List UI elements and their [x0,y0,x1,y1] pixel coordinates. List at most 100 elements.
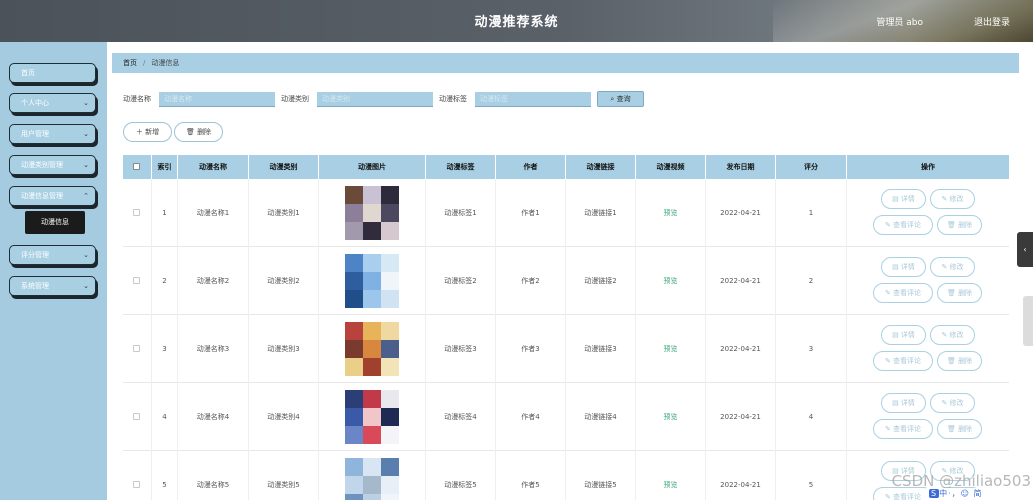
edit-button-label: 修改 [949,331,964,339]
cell-author: 作者4 [496,383,566,451]
table-row: 1 动漫名称1 动漫类别1 动漫标签1 作者1 动漫链接1 预览 2022-04-21 1 ▤ 详… [123,179,1009,247]
detail-button-label: 详情 [900,263,915,271]
edit-button-label: 修改 [949,195,964,203]
delete-button[interactable]: 🗑 删除 [937,215,982,235]
search-tag-input[interactable] [475,92,591,107]
cell-author: 作者3 [496,315,566,383]
row-checkbox[interactable] [133,345,140,352]
trash-icon: 🗑 [946,289,956,297]
view-rating-button[interactable]: ✎ 查看评论 [873,351,933,371]
table-row: 2 动漫名称2 动漫类别2 动漫标签2 作者2 动漫链接2 预览 2022-04-21 2 ▤ 详… [123,247,1009,315]
search-name-input[interactable] [159,92,275,107]
search-button[interactable]: ⌕ 查询 [597,91,644,107]
detail-button[interactable]: ▤ 详情 [881,189,926,209]
edit-button[interactable]: ✎ 修改 [930,257,975,277]
cell-category: 动漫类别4 [249,383,319,451]
anime-thumbnail-image [345,390,399,444]
detail-button[interactable]: ▤ 详情 [881,325,926,345]
view-rating-button[interactable]: ✎ 查看评论 [873,419,933,439]
trash-icon: 🗑 [946,357,956,365]
cell-video[interactable]: 预览 [636,451,706,500]
row-checkbox[interactable] [133,277,140,284]
edit-icon: ✎ [884,425,891,433]
chevron-up-icon: ⌃ [83,192,89,200]
cell-link: 动漫链接3 [566,315,636,383]
scrollbar[interactable] [1023,296,1033,346]
sidebar-item-personal-center[interactable]: 个人中心 ⌄ [9,93,96,113]
cell-link: 动漫链接4 [566,383,636,451]
sidebar-item-anime-management[interactable]: 动漫信息管理 ⌃ [9,186,96,206]
column-header: 动漫标签 [426,155,496,179]
anime-thumbnail-image [345,322,399,376]
cell-link: 动漫链接2 [566,247,636,315]
header-select-all-cell [123,155,152,179]
cell-video[interactable]: 预览 [636,383,706,451]
cell-index: 1 [152,179,178,247]
sidebar-item-rating-management[interactable]: 评分管理 ⌄ [9,245,96,265]
table-row: 4 动漫名称4 动漫类别4 动漫标签4 作者4 动漫链接4 预览 2022-04-21 4 ▤ 详… [123,383,1009,451]
add-button-label: 新增 [145,128,160,136]
cell-author: 作者1 [496,179,566,247]
edit-icon: ✎ [941,263,948,271]
logout-link[interactable]: 退出登录 [974,15,1010,28]
chevron-down-icon: ⌄ [83,251,89,259]
bulk-delete-button[interactable]: 🗑 删除 [174,122,223,142]
column-header: 作者 [496,155,566,179]
table-row: 3 动漫名称3 动漫类别3 动漫标签3 作者3 动漫链接3 预览 2022-04-21 3 ▤ 详… [123,315,1009,383]
cell-video[interactable]: 预览 [636,315,706,383]
edit-icon: ✎ [941,331,948,339]
sidebar-item-home[interactable]: 首页 [9,63,96,83]
cell-date: 2022-04-21 [706,451,776,500]
detail-button-label: 详情 [900,195,915,203]
cell-index: 2 [152,247,178,315]
view-rating-button[interactable]: ✎ 查看评论 [873,215,933,235]
cell-author: 作者2 [496,247,566,315]
edit-icon: ✎ [884,493,891,500]
cell-date: 2022-04-21 [706,179,776,247]
breadcrumb-home[interactable]: 首页 [123,59,137,67]
edit-button[interactable]: ✎ 修改 [930,325,975,345]
cell-score: 3 [776,315,847,383]
cell-category: 动漫类别2 [249,247,319,315]
cell-index: 4 [152,383,178,451]
select-all-checkbox[interactable] [133,163,140,170]
cell-tag: 动漫标签5 [426,451,496,500]
add-button[interactable]: ＋ 新增 [123,122,172,142]
sidebar-item-label: 动漫类别管理 [21,161,63,169]
sidebar-item-user-management[interactable]: 用户管理 ⌄ [9,124,96,144]
row-checkbox[interactable] [133,413,140,420]
sidebar-item-category-management[interactable]: 动漫类别管理 ⌄ [9,155,96,175]
delete-button[interactable]: 🗑 删除 [937,419,982,439]
view-rating-label: 查看评论 [893,493,922,500]
row-checkbox[interactable] [133,209,140,216]
cell-score: 4 [776,383,847,451]
table-header: 索引 动漫名称 动漫类别 动漫图片 动漫标签 作者 动漫链接 动漫视频 发布日期… [123,155,1009,179]
delete-button[interactable]: 🗑 删除 [937,283,982,303]
actions-cell: ▤ 详情✎ 修改 ✎ 查看评论🗑 删除 [847,247,1009,315]
cell-category: 动漫类别5 [249,451,319,500]
cell-category: 动漫类别3 [249,315,319,383]
edit-button-label: 修改 [949,399,964,407]
search-category-input[interactable] [317,92,433,107]
delete-button[interactable]: 🗑 删除 [937,351,982,371]
detail-button[interactable]: ▤ 详情 [881,393,926,413]
cell-video[interactable]: 预览 [636,247,706,315]
cell-date: 2022-04-21 [706,247,776,315]
row-checkbox[interactable] [133,481,140,488]
cell-name: 动漫名称4 [178,383,249,451]
sidebar-item-system-management[interactable]: 系统管理 ⌄ [9,276,96,296]
edit-button[interactable]: ✎ 修改 [930,393,975,413]
column-header: 索引 [152,155,178,179]
cell-name: 动漫名称5 [178,451,249,500]
cell-video[interactable]: 预览 [636,179,706,247]
sidebar-subitem-anime-info[interactable]: 动漫信息 [25,211,85,234]
edit-button[interactable]: ✎ 修改 [930,189,975,209]
anime-thumbnail-image [345,458,399,500]
search-icon: ⌕ [610,95,615,103]
anime-thumbnail-image [345,254,399,308]
view-rating-button[interactable]: ✎ 查看评论 [873,283,933,303]
edit-icon: ✎ [884,221,891,229]
collapse-panel-tab[interactable]: ‹ [1017,232,1033,267]
detail-button[interactable]: ▤ 详情 [881,257,926,277]
sidebar-item-label: 首页 [21,69,35,77]
